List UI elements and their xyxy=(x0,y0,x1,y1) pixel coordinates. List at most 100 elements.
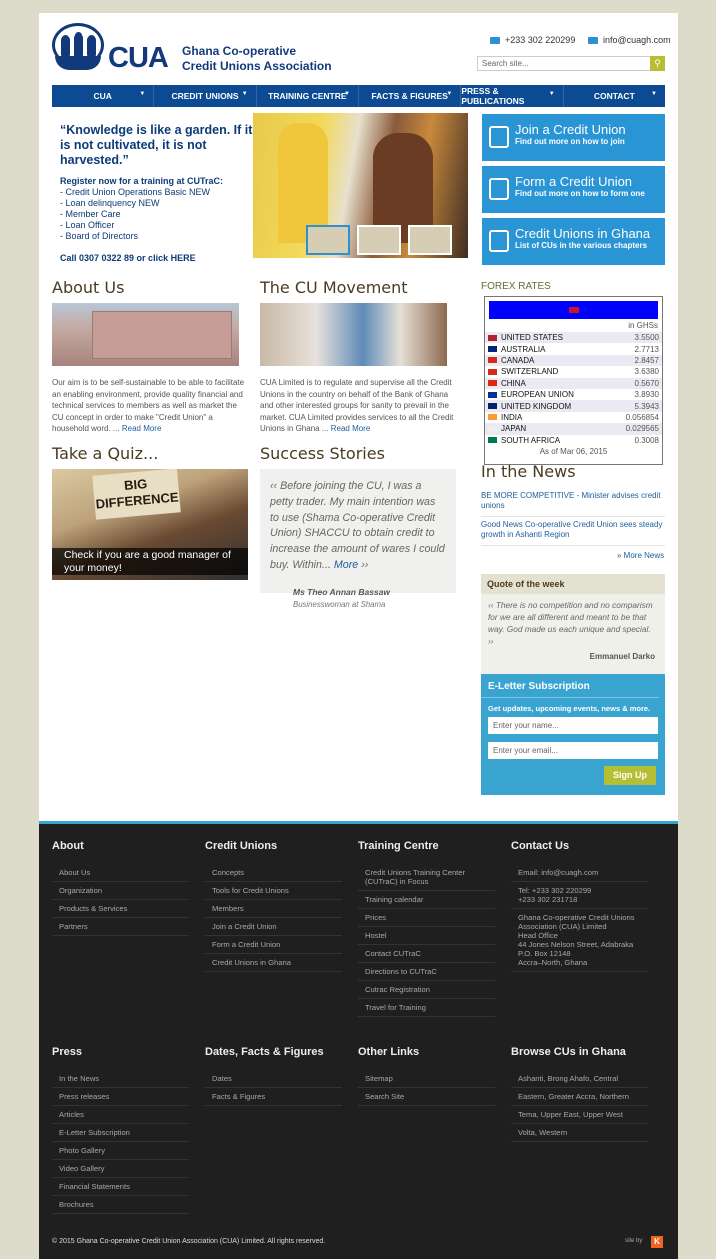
footer-link[interactable]: Dates xyxy=(205,1070,342,1088)
promo-call[interactable]: Call 0307 0322 89 or click HERE xyxy=(60,253,255,264)
search-icon: ⚲ xyxy=(654,58,661,68)
quiz-image[interactable]: BIG DIFFERENCE Check if you are a good ma… xyxy=(52,469,248,580)
footer-link[interactable]: Articles xyxy=(52,1106,189,1124)
footer-link[interactable]: Tema, Upper East, Upper West xyxy=(511,1106,648,1124)
about-read-more-link[interactable]: Read More xyxy=(122,424,162,433)
nav-item-label: CONTACT xyxy=(593,91,635,101)
forex-rate: 0.3008 xyxy=(634,435,659,445)
hero-slider[interactable] xyxy=(253,113,468,258)
forex-country: AUSTRALIA xyxy=(501,344,546,354)
movement-title: The CU Movement xyxy=(260,278,408,297)
footer-link[interactable]: Credit Unions in Ghana xyxy=(205,954,342,972)
email-input[interactable]: Enter your email... xyxy=(488,742,658,759)
cta-button[interactable]: Join a Credit Union Find out more on how … xyxy=(482,114,665,161)
footer-link[interactable]: Members xyxy=(205,900,342,918)
footer-link[interactable]: Contact CUTraC xyxy=(358,945,495,963)
cta-button[interactable]: Credit Unions in Ghana List of CUs in the… xyxy=(482,218,665,265)
footer-link[interactable]: Search Site xyxy=(358,1088,495,1106)
footer-link[interactable]: Training calendar xyxy=(358,891,495,909)
footer-link[interactable]: Brochures xyxy=(52,1196,189,1214)
more-news-link[interactable]: » More News xyxy=(617,551,664,560)
quote-week-text: There is no competition and no comparism… xyxy=(488,600,653,634)
add-document-icon xyxy=(489,178,509,200)
footer-link[interactable]: Travel for Training xyxy=(358,999,495,1017)
nav-item-label: TRAINING CENTRE xyxy=(268,91,347,101)
footer-link[interactable]: Concepts xyxy=(205,864,342,882)
footer-link[interactable]: E-Letter Subscription xyxy=(52,1124,189,1142)
forex-row: AUSTRALIA 2.7713 xyxy=(485,343,662,354)
footer-heading: Browse CUs in Ghana xyxy=(511,1046,626,1058)
footer-link[interactable]: Photo Gallery xyxy=(52,1142,189,1160)
quote-close-icon: ›› xyxy=(358,558,369,571)
footer-link-list: Ashanti, Brong Ahafo, Central Eastern, Gr… xyxy=(511,1070,648,1142)
footer-link[interactable]: Tools for Credit Unions xyxy=(205,882,342,900)
quote-close-icon: ›› xyxy=(488,636,494,646)
footer-link[interactable]: Form a Credit Union xyxy=(205,936,342,954)
footer-link[interactable]: Video Gallery xyxy=(52,1160,189,1178)
footer-link[interactable]: Ghana Co-operative Credit Unions Associa… xyxy=(511,909,648,972)
footer-link[interactable]: Prices xyxy=(358,909,495,927)
forex-row: JAPAN 0.029565 xyxy=(485,423,662,435)
slider-thumb[interactable] xyxy=(357,225,401,255)
news-item[interactable]: BE MORE COMPETITIVE - Minister advises c… xyxy=(481,491,665,517)
footer-link[interactable]: Sitemap xyxy=(358,1070,495,1088)
footer-link[interactable]: Products & Services xyxy=(52,900,189,918)
footer-link[interactable]: Eastern, Greater Accra, Northern xyxy=(511,1088,648,1106)
cta-title: Credit Unions in Ghana xyxy=(515,226,651,241)
nav-item[interactable]: TRAINING CENTRE ▼ xyxy=(257,85,359,107)
slider-thumb[interactable] xyxy=(408,225,452,255)
nav-item[interactable]: CONTACT ▼ xyxy=(564,85,665,107)
footer-link[interactable]: Ashanti, Brong Ahafo, Central xyxy=(511,1070,648,1088)
nav-item[interactable]: CREDIT UNIONS ▼ xyxy=(154,85,257,107)
success-more-link[interactable]: More xyxy=(334,559,358,571)
footer-link-list: Sitemap Search Site xyxy=(358,1070,495,1106)
footer-heading: Training Centre xyxy=(358,840,439,852)
footer-link[interactable]: Tel: +233 302 220299 +233 302 231718 xyxy=(511,882,648,909)
about-building-image xyxy=(52,303,239,366)
footer-link[interactable]: Financial Statements xyxy=(52,1178,189,1196)
slider-thumb[interactable] xyxy=(306,225,350,255)
footer-link[interactable]: Hostel xyxy=(358,927,495,945)
footer-link[interactable]: Press releases xyxy=(52,1088,189,1106)
footer-link[interactable]: In the News xyxy=(52,1070,189,1088)
nav-item[interactable]: FACTS & FIGURES ▼ xyxy=(359,85,462,107)
footer-link[interactable]: Organization xyxy=(52,882,189,900)
nav-item-label: CUA xyxy=(93,91,112,101)
news-item[interactable]: Good News Co-operative Credit Union sees… xyxy=(481,520,665,546)
training-promo[interactable]: “Knowledge is like a garden. If it is no… xyxy=(60,123,255,264)
forex-country: EUROPEAN UNION xyxy=(501,390,574,400)
footer-link[interactable]: Facts & Figures xyxy=(205,1088,342,1106)
movement-read-more-link[interactable]: Read More xyxy=(331,424,371,433)
header-email[interactable]: info@cuagh.com xyxy=(588,35,671,45)
footer-link[interactable]: Email: info@cuagh.com xyxy=(511,864,648,882)
footer-link[interactable]: Cutrac Registration xyxy=(358,981,495,999)
footer-link[interactable]: Directions to CUTraC xyxy=(358,963,495,981)
forex-table: in GHSs UNITED STATES 3.5500 AUSTRALIA 2.77… xyxy=(484,296,663,465)
country-flag-icon xyxy=(488,368,497,375)
quote-week-title: Quote of the week xyxy=(481,574,665,594)
quiz-title: Take a Quiz... xyxy=(52,444,159,463)
search-input[interactable]: Search site... xyxy=(477,56,652,71)
name-input[interactable]: Enter your name... xyxy=(488,717,658,734)
pencil-icon xyxy=(489,126,509,148)
promo-list-item: - Board of Directors xyxy=(60,231,139,241)
country-flag-icon xyxy=(488,437,497,444)
footer-link[interactable]: Volta, Western xyxy=(511,1124,648,1142)
designer-logo-icon[interactable]: K xyxy=(651,1236,663,1248)
signup-button[interactable]: Sign Up xyxy=(604,766,656,785)
footer-link[interactable]: Join a Credit Union xyxy=(205,918,342,936)
footer-link[interactable]: Credit Unions Training Center (CUTraC) i… xyxy=(358,864,495,891)
forex-rate: 0.029565 xyxy=(625,424,659,434)
quote-open-icon: ‹‹ xyxy=(488,600,496,610)
footer-heading: Credit Unions xyxy=(205,840,278,852)
country-flag-icon xyxy=(488,380,497,387)
promo-quote: “Knowledge is like a garden. If it is no… xyxy=(60,123,253,167)
nav-item[interactable]: CUA ▼ xyxy=(52,85,155,107)
cta-button[interactable]: Form a Credit Union Find out more on how … xyxy=(482,166,665,213)
footer-link[interactable]: About Us xyxy=(52,864,189,882)
page-body: CUA Ghana Co-operative Credit Unions Ass… xyxy=(39,13,678,821)
quiz-caption: Check if you are a good manager of your … xyxy=(52,548,248,575)
footer-link[interactable]: Partners xyxy=(52,918,189,936)
search-button[interactable]: ⚲ xyxy=(650,56,665,71)
nav-item[interactable]: PRESS & PUBLICATIONS ▼ xyxy=(461,85,564,107)
